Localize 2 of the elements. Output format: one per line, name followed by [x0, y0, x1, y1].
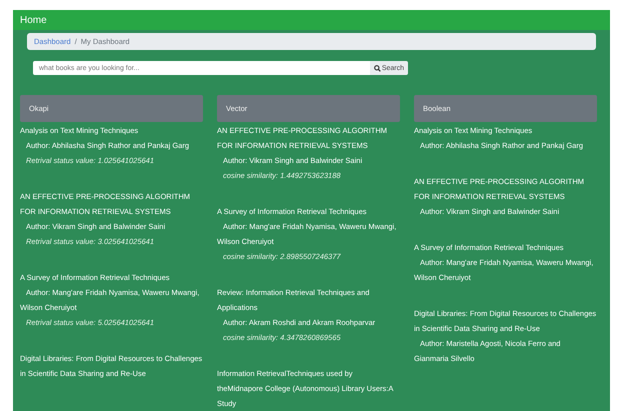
search-icon [374, 64, 381, 72]
navbar-title[interactable]: Home [20, 14, 47, 26]
